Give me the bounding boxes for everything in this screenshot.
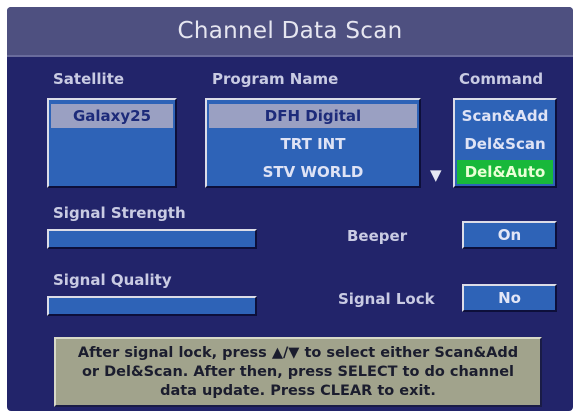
signal-quality-bar bbox=[47, 296, 257, 316]
program-item-trt-int[interactable]: TRT INT bbox=[209, 132, 417, 156]
signal-lock-value: No bbox=[462, 284, 557, 312]
signal-lock-label: Signal Lock bbox=[338, 290, 435, 308]
scroll-down-icon[interactable]: ▼ bbox=[430, 166, 442, 184]
command-list[interactable]: Scan&Add Del&Scan Del&Auto bbox=[453, 98, 557, 188]
satellite-item-galaxy25[interactable]: Galaxy25 bbox=[51, 104, 173, 128]
program-list[interactable]: DFH Digital TRT INT STV WORLD bbox=[205, 98, 421, 188]
beeper-value[interactable]: On bbox=[462, 221, 557, 249]
command-del-scan[interactable]: Del&Scan bbox=[457, 132, 553, 156]
title-bar: Channel Data Scan bbox=[7, 7, 573, 57]
command-del-auto[interactable]: Del&Auto bbox=[457, 160, 553, 184]
program-name-label: Program Name bbox=[212, 70, 339, 88]
beeper-label: Beeper bbox=[347, 227, 408, 245]
signal-strength-bar bbox=[47, 229, 257, 249]
help-text: After signal lock, press ▲/▼ to select e… bbox=[77, 344, 519, 399]
program-item-dfh-digital[interactable]: DFH Digital bbox=[209, 104, 417, 128]
command-scan-add[interactable]: Scan&Add bbox=[457, 104, 553, 128]
channel-data-scan-screen: Channel Data Scan Satellite Galaxy25 Pro… bbox=[7, 7, 573, 411]
satellite-label: Satellite bbox=[53, 70, 125, 88]
signal-quality-label: Signal Quality bbox=[53, 271, 172, 289]
help-box: After signal lock, press ▲/▼ to select e… bbox=[54, 337, 542, 407]
satellite-list[interactable]: Galaxy25 bbox=[47, 98, 177, 188]
command-label: Command bbox=[459, 70, 544, 88]
signal-strength-label: Signal Strength bbox=[53, 204, 186, 222]
program-item-stv-world[interactable]: STV WORLD bbox=[209, 160, 417, 184]
screen-title: Channel Data Scan bbox=[177, 18, 403, 44]
